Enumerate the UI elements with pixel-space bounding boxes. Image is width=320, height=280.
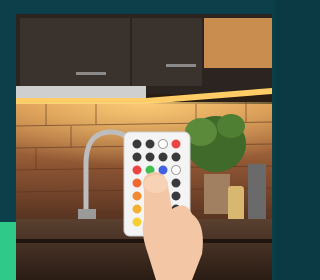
kitchen-led-photo <box>16 14 272 280</box>
kettle <box>248 164 266 222</box>
range-hood <box>16 86 146 98</box>
jar <box>228 186 244 222</box>
photo-illustration <box>16 14 272 280</box>
green-accent-bar <box>0 222 16 280</box>
